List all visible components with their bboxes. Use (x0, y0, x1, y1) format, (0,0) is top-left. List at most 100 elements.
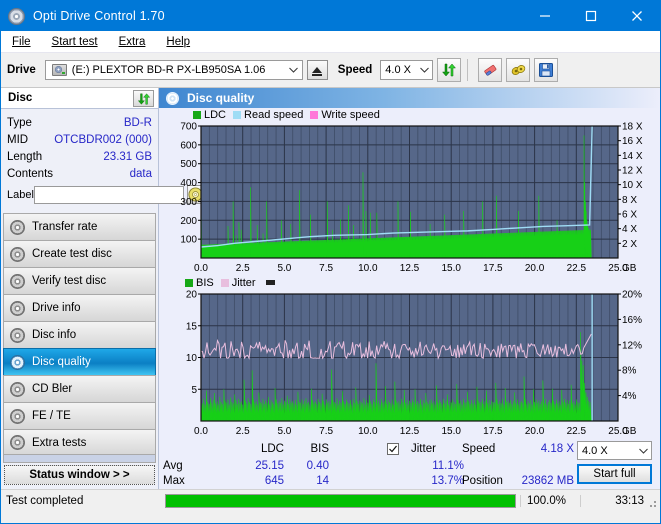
svg-text:5.0: 5.0 (277, 426, 291, 437)
svg-text:20.0: 20.0 (525, 263, 545, 274)
sidebar-item-verify-test-disc[interactable]: Verify test disc (3, 267, 156, 294)
svg-text:22.5: 22.5 (567, 263, 587, 274)
svg-text:14 X: 14 X (622, 151, 643, 162)
svg-text:15.0: 15.0 (441, 263, 461, 274)
drive-select[interactable]: (E:) PLEXTOR BD-R PX-LB950SA 1.06 (44, 60, 303, 80)
menu-help-label: Help (166, 35, 191, 48)
resize-grip-icon (646, 497, 658, 509)
stats-col-ldc: LDC (260, 443, 284, 455)
eject-icon (312, 67, 323, 76)
menu-bar: File Start test Extra Help (1, 31, 660, 53)
svg-text:10: 10 (186, 353, 198, 364)
eject-button[interactable] (306, 60, 328, 80)
disc-type-value: BD-R (123, 116, 152, 129)
legend-swatch-write-speed (310, 110, 319, 119)
menu-file-label: File (12, 35, 31, 48)
menu-help[interactable]: Help (163, 34, 193, 50)
menu-start-test-label: Start test (51, 35, 98, 48)
erase-button[interactable] (478, 58, 503, 82)
bond-icon (511, 64, 526, 75)
svg-text:16%: 16% (622, 315, 642, 326)
save-button[interactable] (534, 58, 559, 82)
maximize-button[interactable] (568, 1, 614, 31)
sidebar-item-fe-te[interactable]: FE / TE (3, 402, 156, 429)
legend-label-write-speed: Write speed (321, 108, 380, 121)
toolbar-separator (467, 59, 469, 81)
bis-chart: 5 10 15 20 4% 8% 12% 16% 20% 0.0 2.5 5.0 7.5 10.0 12.5… (186, 290, 642, 438)
svg-text:18 X: 18 X (622, 122, 643, 133)
sidebar-item-label: Create test disc (32, 248, 112, 260)
menu-file[interactable]: File (9, 34, 34, 50)
chevron-down-icon (286, 67, 302, 73)
main-area: Disc Type BD-R MID OTCBDR002 (000) Lengt… (1, 88, 660, 509)
disc-length-value: 23.31 GB (103, 150, 152, 163)
test-speed-select[interactable]: 4.0 X (577, 441, 652, 460)
stats-bis-max: 14 (316, 475, 329, 487)
legend-swatch-jitter (220, 278, 229, 287)
legend-swatch-read-speed (233, 110, 242, 119)
sidebar-item-label: Disc quality (32, 356, 91, 368)
disc-mid-label: MID (7, 133, 29, 146)
sidebar-item-create-test-disc[interactable]: Create test disc (3, 240, 156, 267)
title-bar: Opti Drive Control 1.70 (1, 1, 660, 31)
disc-icon (10, 273, 25, 289)
sidebar-item-label: Disc info (32, 329, 77, 341)
menu-extra[interactable]: Extra (116, 34, 149, 50)
legend-swatch-bis (185, 278, 193, 287)
refresh-button[interactable] (437, 58, 462, 82)
speed-select[interactable]: 4.0 X (380, 60, 434, 80)
svg-text:GB: GB (622, 426, 637, 437)
svg-text:15: 15 (186, 321, 198, 332)
stats-bis-avg: 0.40 (306, 460, 329, 472)
svg-text:0.0: 0.0 (194, 426, 208, 437)
legend-swatch-ldc (193, 110, 201, 119)
sidebar-nav: Transfer rate Create test disc Verify te… (1, 213, 158, 456)
stats-ldc-max: 645 (264, 475, 284, 487)
jitter-checkbox[interactable] (387, 443, 399, 455)
svg-text:12.5: 12.5 (400, 426, 420, 437)
sidebar-item-label: Verify test disc (32, 275, 107, 287)
disc-icon (10, 381, 25, 397)
bond-button[interactable] (506, 58, 531, 82)
menu-extra-label: Extra (118, 35, 146, 48)
svg-text:8%: 8% (622, 366, 637, 377)
sidebar-item-disc-quality[interactable]: Disc quality (3, 348, 156, 375)
speed-result-label: Speed (462, 443, 496, 455)
svg-text:12.5: 12.5 (400, 263, 420, 274)
start-full-button[interactable]: Start full (577, 464, 652, 484)
status-window-button[interactable]: Status window > > (4, 465, 155, 485)
disc-icon (10, 300, 25, 316)
stats-jitter-avg: 11.1% (432, 460, 464, 472)
sidebar-item-label: Extra tests (32, 436, 87, 449)
stats-row-avg-label: Avg (163, 460, 183, 472)
speed-result-value: 4.18 X (540, 443, 574, 455)
svg-text:7.5: 7.5 (319, 426, 333, 437)
disc-info-list: Type BD-R MID OTCBDR002 (000) Length 23.… (1, 109, 204, 208)
svg-text:20: 20 (186, 290, 198, 301)
close-button[interactable] (614, 1, 660, 31)
svg-text:600: 600 (180, 140, 197, 151)
disc-mid-value: OTCBDR002 (000) (54, 133, 152, 146)
stats-ldc-avg: 25.15 (255, 460, 284, 472)
legend-bis: BIS (185, 277, 214, 289)
disc-panel-title: Disc (8, 92, 33, 104)
disc-label-label: Label (7, 188, 34, 201)
svg-text:2 X: 2 X (622, 239, 637, 250)
disc-contents-label: Contents (7, 167, 54, 180)
sidebar-item-disc-info[interactable]: Disc info (3, 321, 156, 348)
status-text: Test completed (6, 494, 84, 507)
minimize-button[interactable] (522, 1, 568, 31)
sidebar-item-drive-info[interactable]: Drive info (3, 294, 156, 321)
sidebar-item-transfer-rate[interactable]: Transfer rate (3, 213, 156, 240)
legend-read-speed: Read speed (233, 109, 303, 121)
sidebar-item-cd-bler[interactable]: CD Bler (3, 375, 156, 402)
svg-text:200: 200 (180, 216, 197, 227)
svg-text:300: 300 (180, 197, 197, 208)
legend-label-bis: BIS (196, 276, 214, 289)
menu-start-test[interactable]: Start test (49, 34, 101, 50)
disc-refresh-button[interactable] (133, 90, 154, 107)
sidebar-item-extra-tests[interactable]: Extra tests (3, 429, 156, 456)
sidebar-item-label: CD Bler (32, 383, 73, 395)
stats-jitter-max: 13.7% (431, 475, 464, 487)
sidebar: Disc Type BD-R MID OTCBDR002 (000) Lengt… (1, 88, 204, 489)
